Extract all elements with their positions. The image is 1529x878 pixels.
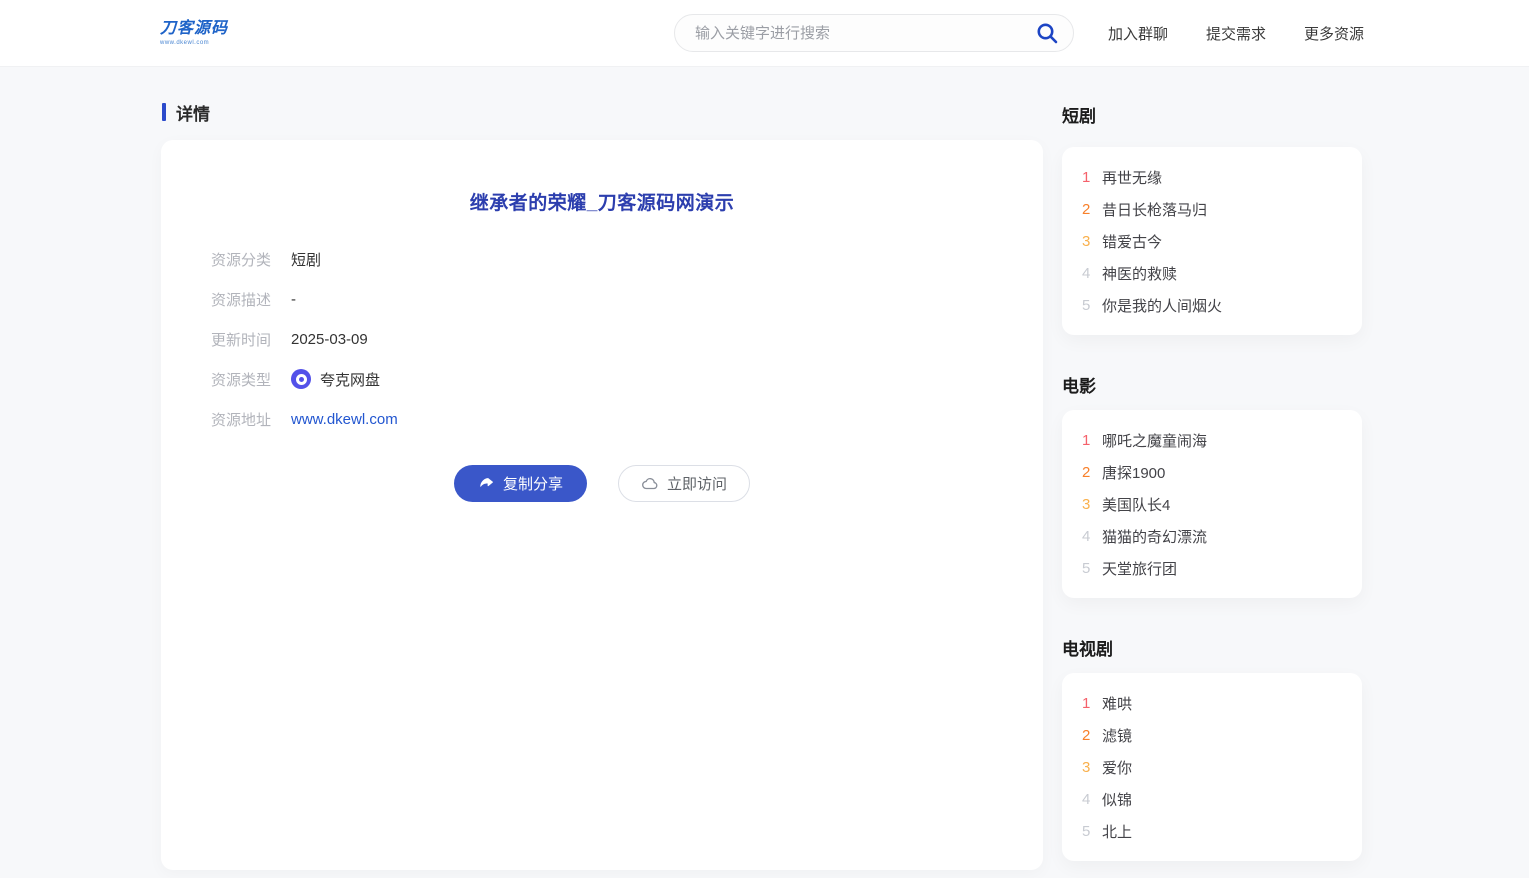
rank-number: 2 [1082,464,1096,481]
search-bar [674,14,1074,52]
rank-number: 3 [1082,496,1096,513]
resource-detail-card: 继承者的荣耀_刀客源码网演示 资源分类 短剧 资源描述 - 更新时间 2025-… [161,140,1043,870]
rank-item-title: 天堂旅行团 [1102,558,1177,579]
detail-section-title: 详情 [176,100,210,125]
field-value: 夸克网盘 [291,369,380,390]
header-nav: 加入群聊 提交需求 更多资源 [1108,23,1364,44]
quark-disk-icon [291,369,311,389]
list-item[interactable]: 4 神医的救赎 [1082,257,1342,289]
rank-item-title: 似锦 [1102,789,1132,810]
rank-number: 2 [1082,201,1096,218]
rank-item-title: 爱你 [1102,757,1132,778]
rank-number: 5 [1082,560,1096,577]
field-label: 更新时间 [211,329,271,350]
rank-number: 5 [1082,823,1096,840]
list-item[interactable]: 2 唐探1900 [1082,456,1342,488]
rank-number: 2 [1082,727,1096,744]
search-icon[interactable] [1035,21,1059,45]
visit-now-button[interactable]: 立即访问 [618,465,750,502]
rank-item-title: 神医的救赎 [1102,263,1177,284]
rank-number: 4 [1082,265,1096,282]
field-label: 资源类型 [211,369,271,390]
sidebar: 短剧 1 再世无缘 2 昔日长枪落马归 3 错爱古今 4 神医的救赎 5 你是我… [1062,67,1362,861]
share-arrow-icon [478,475,495,492]
rank-item-title: 昔日长枪落马归 [1102,199,1207,220]
rank-number: 4 [1082,791,1096,808]
copy-share-label: 复制分享 [503,473,563,494]
sidebar-section-title-tv-series: 电视剧 [1062,635,1362,660]
list-item[interactable]: 3 爱你 [1082,751,1342,783]
list-item[interactable]: 5 天堂旅行团 [1082,552,1342,584]
field-value: 2025-03-09 [291,331,368,348]
list-item[interactable]: 5 你是我的人间烟火 [1082,289,1342,321]
list-item[interactable]: 4 似锦 [1082,783,1342,815]
rank-number: 1 [1082,695,1096,712]
rank-item-title: 猫猫的奇幻漂流 [1102,526,1207,547]
list-item[interactable]: 5 北上 [1082,815,1342,847]
nav-join-group-chat[interactable]: 加入群聊 [1108,23,1168,44]
page-content: 详情 继承者的荣耀_刀客源码网演示 资源分类 短剧 资源描述 - 更新时间 20… [0,67,1529,870]
field-label: 资源分类 [211,249,271,270]
visit-now-label: 立即访问 [667,473,727,494]
list-item[interactable]: 2 昔日长枪落马归 [1082,193,1342,225]
copy-share-button[interactable]: 复制分享 [454,465,587,502]
field-row-resource-url: 资源地址 www.dkewl.com [211,399,993,439]
list-item[interactable]: 3 美国队长4 [1082,488,1342,520]
rank-number: 3 [1082,759,1096,776]
field-row-category: 资源分类 短剧 [211,239,993,279]
list-item[interactable]: 1 难哄 [1082,687,1342,719]
field-value: - [291,291,296,308]
resource-title: 继承者的荣耀_刀客源码网演示 [211,188,993,215]
sidebar-section-title-short-drama: 短剧 [1062,102,1362,127]
rank-number: 5 [1082,297,1096,314]
list-item[interactable]: 4 猫猫的奇幻漂流 [1082,520,1342,552]
site-logo-title: 刀客源码 [160,21,228,37]
field-row-update-time: 更新时间 2025-03-09 [211,319,993,359]
field-label: 资源描述 [211,289,271,310]
rank-item-title: 唐探1900 [1102,462,1165,483]
rank-item-title: 难哄 [1102,693,1132,714]
site-logo[interactable]: 刀客源码 www.dkewl.com [160,21,228,46]
resource-url-link[interactable]: www.dkewl.com [291,411,398,428]
search-input[interactable] [695,25,1035,42]
rank-number: 1 [1082,169,1096,186]
rank-item-title: 滤镜 [1102,725,1132,746]
rank-item-title: 你是我的人间烟火 [1102,295,1222,316]
resource-type-text: 夸克网盘 [320,369,380,390]
rank-item-title: 错爱古今 [1102,231,1162,252]
rank-card-movies: 1 哪吒之魔童闹海 2 唐探1900 3 美国队长4 4 猫猫的奇幻漂流 5 天… [1062,410,1362,598]
rank-number: 4 [1082,528,1096,545]
rank-card-short-drama: 1 再世无缘 2 昔日长枪落马归 3 错爱古今 4 神医的救赎 5 你是我的人间… [1062,147,1362,335]
field-row-resource-type: 资源类型 夸克网盘 [211,359,993,399]
rank-item-title: 哪吒之魔童闹海 [1102,430,1207,451]
resource-fields: 资源分类 短剧 资源描述 - 更新时间 2025-03-09 资源类型 [211,239,993,439]
action-buttons: 复制分享 立即访问 [211,465,993,502]
list-item[interactable]: 2 滤镜 [1082,719,1342,751]
list-item[interactable]: 3 错爱古今 [1082,225,1342,257]
list-item[interactable]: 1 哪吒之魔童闹海 [1082,424,1342,456]
field-label: 资源地址 [211,409,271,430]
rank-item-title: 美国队长4 [1102,494,1170,515]
nav-more-resources[interactable]: 更多资源 [1304,23,1364,44]
main-column: 详情 继承者的荣耀_刀客源码网演示 资源分类 短剧 资源描述 - 更新时间 20… [161,67,1043,870]
rank-item-title: 再世无缘 [1102,167,1162,188]
site-logo-subtitle: www.dkewl.com [160,40,228,46]
rank-number: 3 [1082,233,1096,250]
section-accent-bar [162,103,166,121]
field-row-description: 资源描述 - [211,279,993,319]
sidebar-section-title-movies: 电影 [1062,372,1362,397]
cloud-icon [641,475,659,493]
nav-submit-request[interactable]: 提交需求 [1206,23,1266,44]
top-header: 刀客源码 www.dkewl.com 加入群聊 提交需求 更多资源 [0,0,1529,67]
list-item[interactable]: 1 再世无缘 [1082,161,1342,193]
rank-item-title: 北上 [1102,821,1132,842]
detail-section-header: 详情 [162,102,1043,122]
rank-number: 1 [1082,432,1096,449]
rank-card-tv-series: 1 难哄 2 滤镜 3 爱你 4 似锦 5 北上 [1062,673,1362,861]
field-value: 短剧 [291,249,321,270]
